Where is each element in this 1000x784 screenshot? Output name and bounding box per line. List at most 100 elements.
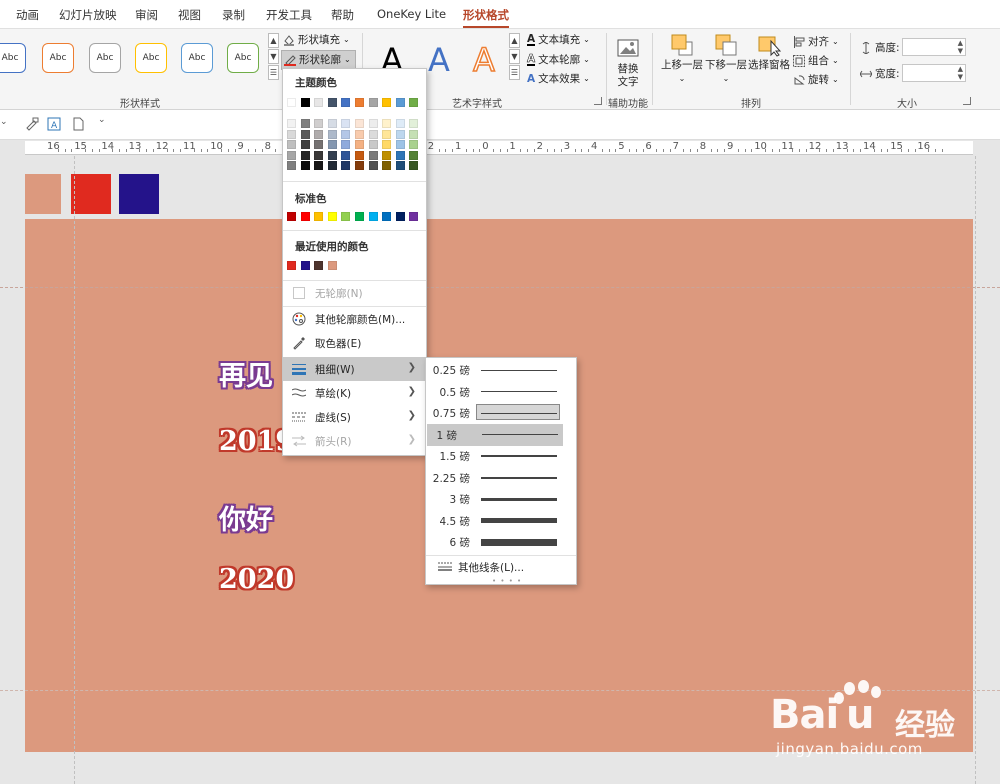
theme-shade-3-7[interactable] (382, 150, 392, 160)
theme-shade-4-9[interactable] (409, 161, 419, 170)
theme-shade-4-8[interactable] (395, 161, 405, 170)
theme-shade-1-1[interactable] (300, 129, 310, 139)
wordart-style-blue[interactable]: A (428, 41, 450, 79)
weight-option[interactable]: 0.5 磅 (426, 381, 576, 403)
shape-style-4[interactable]: Abc (135, 43, 167, 73)
weight-option[interactable]: 0.25 磅 (426, 359, 576, 381)
shape-style-5[interactable]: Abc (181, 43, 213, 73)
text-effects-button[interactable]: A 文本效果 ⌄ (527, 71, 590, 86)
recent-color-3[interactable] (327, 261, 337, 270)
tab-animations[interactable]: 动画 (16, 7, 39, 23)
theme-shade-3-6[interactable] (368, 150, 378, 160)
theme-shade-2-2[interactable] (314, 140, 324, 149)
theme-shade-2-4[interactable] (341, 140, 351, 149)
wordart-up-icon[interactable]: ▲ (509, 33, 520, 48)
bring-forward-button[interactable]: 上移一层 ⌄ (659, 33, 705, 85)
theme-shade-1-6[interactable] (368, 129, 378, 139)
theme-shade-3-5[interactable] (355, 150, 364, 160)
standard-color-9[interactable] (409, 212, 419, 221)
weight-option[interactable]: 4.5 磅 (426, 510, 576, 532)
send-backward-button[interactable]: 下移一层 ⌄ (703, 33, 749, 85)
theme-shade-0-6[interactable] (368, 119, 378, 128)
format-painter-icon[interactable] (24, 116, 40, 135)
text-fill-button[interactable]: A 文本填充 ⌄ (527, 32, 590, 47)
theme-color-1[interactable] (300, 98, 310, 107)
theme-shade-1-7[interactable] (382, 129, 392, 139)
textbox-icon[interactable]: A (46, 116, 62, 135)
slide-text-2020[interactable]: 2020 (219, 564, 294, 595)
slide-text-hello[interactable]: 你好 (219, 498, 273, 537)
theme-shade-4-3[interactable] (327, 161, 337, 170)
recent-color-1[interactable] (300, 261, 310, 270)
theme-color-0[interactable] (287, 98, 296, 107)
theme-shade-0-9[interactable] (409, 119, 419, 128)
gallery-down-icon[interactable]: ▼ (268, 49, 279, 64)
tab-record[interactable]: 录制 (222, 7, 245, 23)
theme-shade-3-0[interactable] (287, 150, 296, 160)
theme-color-4[interactable] (341, 98, 351, 107)
theme-shade-2-1[interactable] (300, 140, 310, 149)
theme-shade-4-1[interactable] (300, 161, 310, 170)
tab-shape-format[interactable]: 形状格式 (463, 7, 509, 28)
theme-shade-1-8[interactable] (395, 129, 405, 139)
wordart-style-orange[interactable]: A (472, 40, 495, 80)
qat-chevron-icon[interactable]: ⌄ (0, 117, 8, 127)
height-spinner-icon[interactable]: ▲ ▼ (958, 39, 963, 55)
wordart-launcher-icon[interactable] (594, 97, 602, 105)
sketch-item[interactable]: 草绘(K) ❯ (283, 381, 426, 405)
shape-style-6[interactable]: Abc (227, 43, 259, 73)
theme-shade-4-2[interactable] (314, 161, 324, 170)
recent-color-0[interactable] (287, 261, 296, 270)
rotate-button[interactable]: 旋转 ⌄ (793, 72, 839, 87)
resize-grip-icon[interactable]: • • • • (492, 577, 522, 585)
theme-shade-4-7[interactable] (382, 161, 392, 170)
shape-style-3[interactable]: Abc (89, 43, 121, 73)
theme-shade-2-7[interactable] (382, 140, 392, 149)
shape-fill-button[interactable]: 形状填充 ⌄ (283, 32, 350, 47)
theme-shade-3-9[interactable] (409, 150, 419, 160)
theme-color-5[interactable] (355, 98, 364, 107)
standard-color-2[interactable] (314, 212, 324, 221)
color-swatch-red[interactable] (71, 174, 111, 214)
width-input[interactable]: ▲ ▼ (902, 64, 966, 82)
no-outline-item[interactable]: 无轮廓(N) (283, 281, 426, 305)
theme-shade-3-8[interactable] (395, 150, 405, 160)
weight-option[interactable]: 0.75 磅 (426, 402, 576, 424)
theme-shade-0-2[interactable] (314, 119, 324, 128)
theme-color-3[interactable] (327, 98, 337, 107)
tab-onekey-lite[interactable]: OneKey Lite (377, 7, 446, 21)
wordart-down-icon[interactable]: ▼ (509, 49, 520, 64)
standard-color-0[interactable] (287, 212, 296, 221)
theme-shade-2-5[interactable] (355, 140, 364, 149)
theme-shade-0-3[interactable] (327, 119, 337, 128)
height-input[interactable]: ▲ ▼ (902, 38, 966, 56)
theme-shade-1-2[interactable] (314, 129, 324, 139)
shape-outline-button[interactable]: 形状轮廓 ⌄ (281, 50, 356, 70)
theme-shade-4-0[interactable] (287, 161, 296, 170)
standard-color-8[interactable] (395, 212, 405, 221)
weight-option[interactable]: 2.25 磅 (426, 467, 576, 489)
theme-shade-1-0[interactable] (287, 129, 296, 139)
alt-text-button[interactable]: 替换 文字 (614, 37, 642, 89)
theme-shade-3-1[interactable] (300, 150, 310, 160)
theme-shade-0-5[interactable] (355, 119, 364, 128)
shape-style-2[interactable]: Abc (42, 43, 74, 73)
theme-shade-4-5[interactable] (355, 161, 364, 170)
color-swatch-navy[interactable] (119, 174, 159, 214)
selection-pane-button[interactable]: 选择窗格 (747, 33, 791, 72)
theme-shade-2-3[interactable] (327, 140, 337, 149)
tab-slideshow[interactable]: 幻灯片放映 (59, 7, 117, 23)
more-outline-colors-item[interactable]: 其他轮廓颜色(M)... (283, 307, 426, 331)
theme-shade-1-5[interactable] (355, 129, 364, 139)
group-button[interactable]: 组合 ⌄ (793, 53, 839, 68)
weight-option[interactable]: 1.5 磅 (426, 445, 576, 467)
width-spinner-icon[interactable]: ▲ ▼ (958, 65, 963, 81)
tab-review[interactable]: 审阅 (135, 7, 158, 23)
standard-color-4[interactable] (341, 212, 351, 221)
weight-item[interactable]: 粗细(W) ❯ (283, 357, 426, 381)
wordart-more-icon[interactable]: ☰ (509, 65, 520, 80)
more-lines-item[interactable]: 其他线条(L)... (438, 560, 524, 575)
theme-shade-3-3[interactable] (327, 150, 337, 160)
recent-color-2[interactable] (314, 261, 324, 270)
theme-color-9[interactable] (409, 98, 419, 107)
